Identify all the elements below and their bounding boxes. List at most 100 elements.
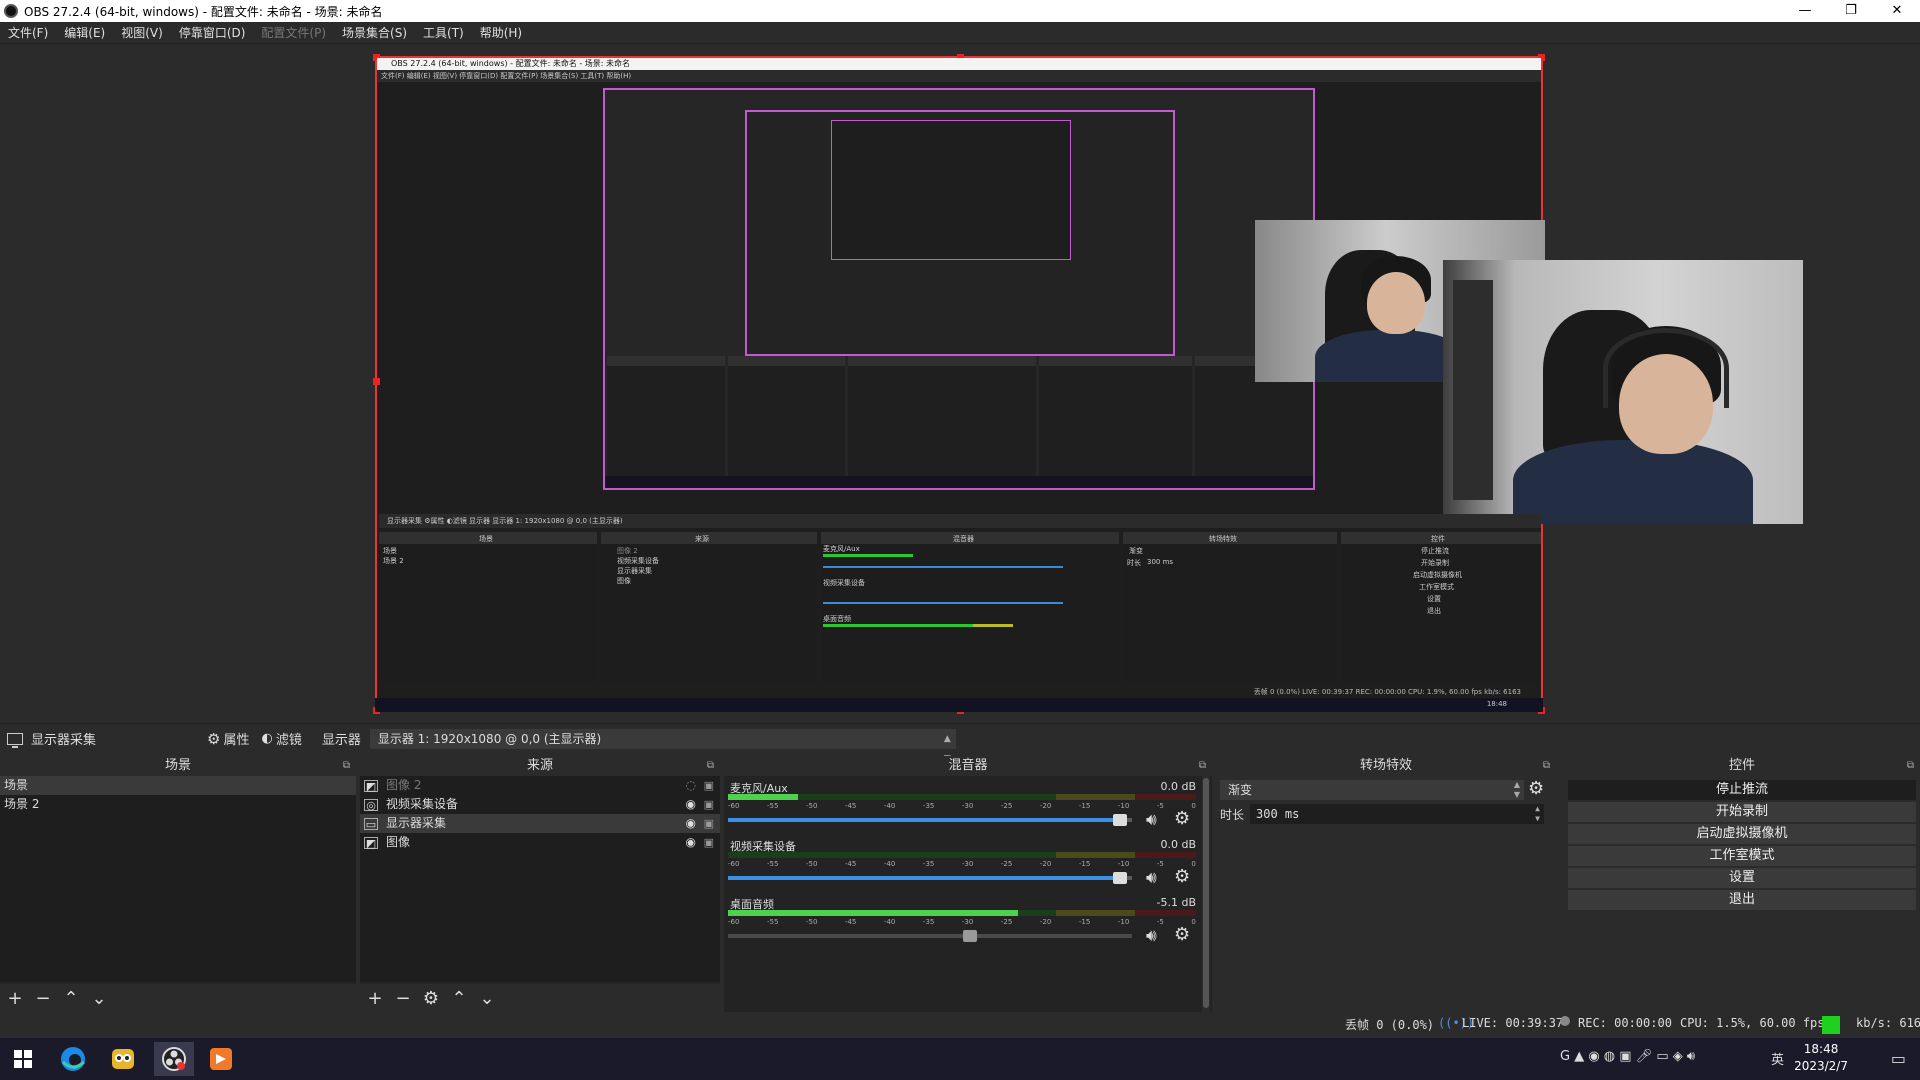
undock-icon[interactable]: ⧉ [1199,756,1206,776]
scene-item[interactable]: 场景 2 [0,795,356,814]
undock-icon[interactable]: ⧉ [707,756,714,776]
meter-tick-label: -55 [766,918,779,926]
ime-indicator[interactable]: 英 [1771,1049,1784,1068]
menu-scene-collection[interactable]: 场景集合(S) [334,24,415,41]
menu-file[interactable]: 文件(F) [0,24,56,41]
meter-level [728,794,799,800]
start-virtual-camera-button[interactable]: 启动虚拟摄像机 [1568,824,1916,844]
gear-icon[interactable]: ⚙ [1174,808,1190,829]
meter-tick-label: 0 [1191,860,1196,868]
maximize-button[interactable]: ❐ [1828,0,1874,22]
nested-capture-level-3 [831,120,1071,260]
mixer-scrollbar[interactable] [1202,776,1210,1012]
menu-edit[interactable]: 编辑(E) [56,24,113,41]
source-item[interactable]: ◩ 图像 2 ◌ ▣ [360,776,720,795]
menu-help[interactable]: 帮助(H) [472,24,530,41]
transition-select[interactable]: 渐变 ▲ ▼ [1220,780,1524,800]
close-button[interactable]: ✕ [1874,0,1920,22]
undock-icon[interactable]: ⧉ [343,756,350,776]
eye-icon[interactable]: ◉ [686,795,696,814]
studio-mode-button[interactable]: 工作室模式 [1568,846,1916,866]
dropped-frames: 丢帧 0 (0.0%) [1345,1018,1435,1032]
monitor-icon: ▭ [364,817,378,831]
start-recording-button[interactable]: 开始录制 [1568,802,1916,822]
lock-icon[interactable]: ▣ [704,795,714,814]
menu-tools[interactable]: 工具(T) [415,24,472,41]
properties-button[interactable]: ⚙ 属性 [201,729,255,749]
display-select[interactable]: 显示器 1: 1920x1080 @ 0,0 (主显示器)▲▼ [368,727,957,764]
lock-icon[interactable]: ▣ [704,833,714,852]
gear-icon[interactable]: ⚙ [1174,866,1190,887]
owl-app-icon[interactable] [106,1042,140,1076]
start-button[interactable] [6,1042,40,1076]
menu-profile: 配置文件(P) [261,26,327,40]
eye-icon[interactable]: ◉ [686,833,696,852]
remove-source-button[interactable]: − [394,988,412,1009]
image-icon: ◩ [364,836,378,850]
edge-browser-icon[interactable] [56,1042,90,1076]
eye-icon[interactable]: ◉ [686,814,696,833]
undock-icon[interactable]: ⧉ [1543,756,1550,776]
remove-scene-button[interactable]: − [34,988,52,1009]
menu-docks[interactable]: 停靠窗口(D) [171,24,254,41]
settings-button[interactable]: 设置 [1568,868,1916,888]
sources-list: ◩ 图像 2 ◌ ▣ ◎ 视频采集设备 ◉ ▣ ▭ 显示器采集 ◉ ▣ ◩ 图像… [360,776,720,982]
add-source-button[interactable]: + [366,988,384,1009]
preview-canvas[interactable]: OBS 27.2.4 (64-bit, windows) - 配置文件: 未命名… [373,54,1803,714]
meter-tick-label: -60 [728,860,740,868]
volume-slider[interactable] [728,872,1132,884]
meter-tick-label: -5 [1156,860,1164,868]
move-up-button[interactable]: ⌃ [62,988,80,1009]
meter-tick-label: -20 [1039,802,1052,810]
meter-tick-label: -15 [1078,860,1091,868]
meter-tick-label: -30 [961,860,974,868]
speaker-icon[interactable]: 🔊︎ [1146,868,1157,888]
nested-windows-taskbar: 18:48 [375,698,1543,712]
gear-icon[interactable]: ⚙ [1174,924,1190,945]
meter-tick-label: -30 [961,918,974,926]
mixer-title: 混音器 [948,758,988,773]
sources-title: 来源 [526,758,553,773]
lock-icon[interactable]: ▣ [704,776,714,795]
meter-tick-label: -50 [805,918,818,926]
add-scene-button[interactable]: + [6,988,24,1009]
nested-lower-panels: 显示器采集 ⚙属性 ◐滤镜 显示器 显示器 1: 1920x1080 @ 0,0… [379,514,1541,704]
nested-docks [607,356,1313,478]
volume-slider[interactable] [728,814,1132,826]
exit-button[interactable]: 退出 [1568,890,1916,910]
duration-spinbox[interactable]: 300 ms ▲ ▼ [1250,804,1544,824]
channel-db: -5.1 dB [1156,896,1197,909]
filters-button[interactable]: ◐ 滤镜 [255,729,307,748]
move-down-button[interactable]: ⌄ [90,988,108,1009]
source-item[interactable]: ▭ 显示器采集 ◉ ▣ [360,814,720,833]
media-app-icon[interactable] [204,1042,238,1076]
tray-icons[interactable]: G ▲ ◉ ◍ ▣ 🎤︎ ▭ ◈ 🔊︎ [1560,1049,1695,1064]
volume-slider[interactable] [728,930,1132,942]
windows-taskbar: G ▲ ◉ ◍ ▣ 🎤︎ ▭ ◈ 🔊︎ 英 18:48 2023/2/7 ▭ [0,1038,1920,1080]
minimize-button[interactable]: — [1782,0,1828,22]
speaker-icon[interactable]: 🔊︎ [1146,810,1157,830]
nested-capture-level-2 [745,110,1175,356]
source-item[interactable]: ◩ 图像 ◉ ▣ [360,833,720,852]
scenes-list: 场景 场景 2 [0,776,356,982]
move-down-button[interactable]: ⌄ [478,988,496,1009]
eye-hidden-icon[interactable]: ◌ [686,776,696,795]
move-up-button[interactable]: ⌃ [450,988,468,1009]
source-item[interactable]: ◎ 视频采集设备 ◉ ▣ [360,795,720,814]
meter-tick-label: -15 [1078,918,1091,926]
scene-item[interactable]: 场景 [0,776,356,795]
nested-taskbar [605,476,1313,488]
taskbar-clock[interactable]: 18:48 2023/2/7 [1794,1041,1848,1075]
undock-icon[interactable]: ⧉ [1907,756,1914,776]
source-properties-button[interactable]: ⚙ [422,988,440,1009]
rec-timer: REC: 00:00:00 [1578,1016,1672,1030]
resize-handle[interactable] [373,378,380,385]
speaker-icon[interactable]: 🔊︎ [1146,926,1157,946]
gear-icon[interactable]: ⚙ [1528,778,1544,799]
menu-view[interactable]: 视图(V) [113,24,171,41]
obs-taskbar-icon[interactable] [154,1042,194,1076]
notification-icon[interactable]: ▭ [1891,1049,1906,1068]
lock-icon[interactable]: ▣ [704,814,714,833]
stop-streaming-button[interactable]: 停止推流 [1568,780,1916,800]
meter-tick-label: -20 [1039,918,1052,926]
